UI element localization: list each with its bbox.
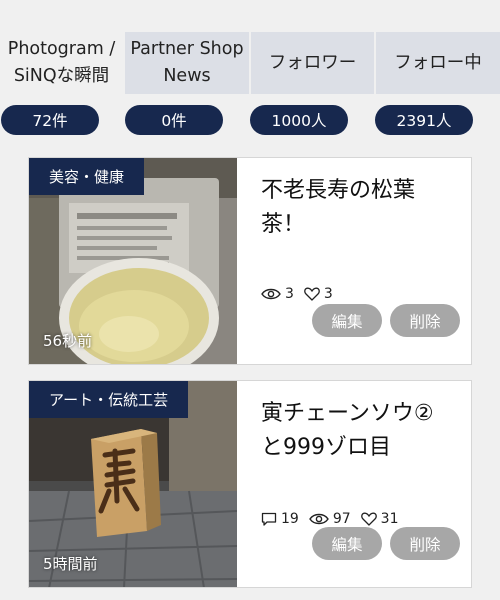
post-title[interactable]: 不老長寿の松葉茶！ [261,174,451,242]
likes-count: 31 [380,511,399,527]
views-stat: 97 [308,511,351,527]
delete-button[interactable]: 削除 [390,527,460,560]
photogram-count-badge: 72件 [1,105,99,135]
post-card[interactable]: 美容・健康 56秒前 不老長寿の松葉茶！ 3 3 編集 削除 [28,157,472,365]
eye-icon [308,513,329,525]
views-stat: 3 [261,286,294,302]
edit-button[interactable]: 編集 [312,304,382,337]
heart-icon [304,287,320,301]
eye-icon [261,288,281,300]
post-thumbnail[interactable]: 美容・健康 56秒前 [29,158,237,364]
post-timestamp: 5時間前 [43,555,98,573]
edit-button[interactable]: 編集 [312,527,382,560]
post-category-badge: アート・伝統工芸 [29,381,189,418]
tab-partner-shop-news-label: Partner Shop News [130,39,244,86]
tab-partner-shop-news[interactable]: Partner Shop News [125,32,251,94]
post-title[interactable]: 寅チェーンソウ②と999ゾロ目 [261,397,451,465]
tab-photogram-label: Photogram / SiNQな瞬間 [7,39,116,86]
comments-count: 19 [281,511,299,527]
tab-following[interactable]: フォロー中 [376,32,500,94]
views-count: 97 [332,511,351,527]
profile-tabs: Photogram / SiNQな瞬間 Partner Shop News フォ… [0,32,500,94]
followers-count-badge: 1000人 [250,105,348,135]
post-category-badge: 美容・健康 [29,158,145,195]
tab-followers-label: フォロワー [268,52,357,73]
tab-following-label: フォロー中 [394,52,482,73]
likes-count: 3 [323,286,333,302]
post-stats: 3 3 [261,286,343,302]
comment-icon [261,512,277,526]
post-timestamp: 56秒前 [43,332,93,350]
likes-stat: 31 [360,511,399,527]
likes-stat: 3 [304,286,333,302]
post-thumbnail[interactable]: アート・伝統工芸 5時間前 [29,381,237,587]
heart-icon [360,512,377,526]
views-count: 3 [285,286,294,302]
post-card[interactable]: アート・伝統工芸 5時間前 寅チェーンソウ②と999ゾロ目 19 97 31 編… [28,380,472,588]
tab-followers[interactable]: フォロワー [251,32,376,94]
post-stats: 19 97 31 [261,511,408,527]
following-count-badge: 2391人 [375,105,473,135]
delete-button[interactable]: 削除 [390,304,460,337]
comments-stat: 19 [261,511,299,527]
partner-news-count-badge: 0件 [125,105,223,135]
tab-photogram[interactable]: Photogram / SiNQな瞬間 [0,32,125,94]
